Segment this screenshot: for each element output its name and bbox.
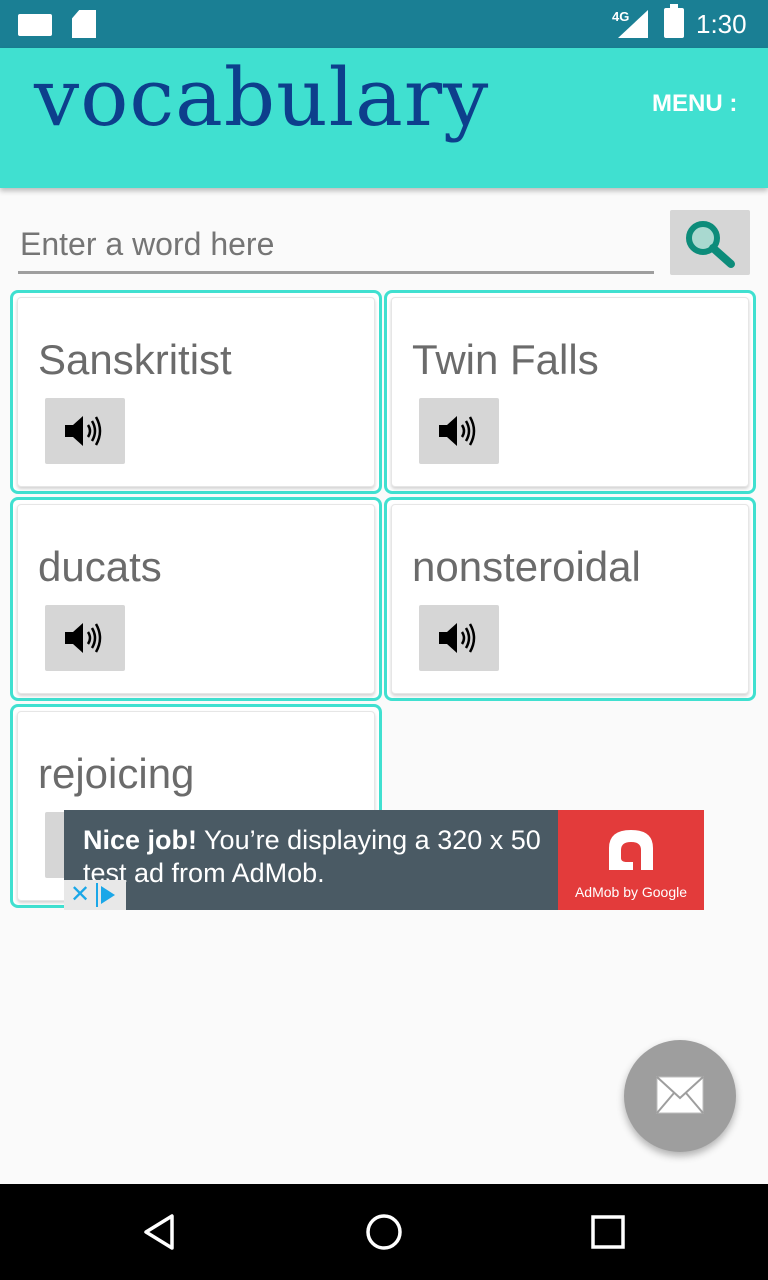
card-word: Sanskritist <box>38 336 232 383</box>
pronounce-button[interactable] <box>45 605 125 671</box>
admob-logo: AdMob by Google <box>558 810 704 910</box>
pronounce-button[interactable] <box>45 398 125 464</box>
word-card[interactable]: nonsteroidal <box>384 497 756 701</box>
app-bar: vocabulary MENU : <box>0 48 768 188</box>
adchoices-icon[interactable] <box>96 883 120 907</box>
sd-card-icon <box>72 10 96 38</box>
network-type-label: 4G <box>612 9 630 24</box>
admob-icon <box>609 830 653 870</box>
menu-button[interactable]: MENU : <box>652 90 737 118</box>
card-word: nonsteroidal <box>412 543 641 590</box>
card-surface: Twin Falls <box>391 297 749 487</box>
speaker-icon <box>65 623 102 653</box>
pronounce-button[interactable] <box>419 398 499 464</box>
card-word: rejoicing <box>38 750 195 797</box>
close-icon[interactable]: ✕ <box>70 880 90 910</box>
ad-choices[interactable]: ✕ <box>64 880 126 910</box>
speaker-icon <box>439 623 476 653</box>
word-card[interactable]: Twin Falls <box>384 290 756 494</box>
home-icon[interactable] <box>364 1212 404 1252</box>
card-word: ducats <box>38 543 162 590</box>
navigation-bar <box>0 1184 768 1280</box>
mail-icon <box>656 1076 704 1114</box>
battery-icon <box>664 4 684 38</box>
word-card[interactable]: Sanskritist <box>10 290 382 494</box>
status-bar: 4G 1:30 <box>0 0 768 48</box>
ad-banner[interactable]: Nice job! You’re displaying a 320 x 50 t… <box>64 810 704 910</box>
speaker-icon <box>439 416 476 446</box>
word-search-input[interactable] <box>18 218 654 274</box>
card-surface: nonsteroidal <box>391 504 749 694</box>
email-fab-button[interactable] <box>624 1040 736 1152</box>
card-word: Twin Falls <box>412 336 599 383</box>
magnifier-icon <box>686 221 735 268</box>
clock: 1:30 <box>696 9 747 39</box>
word-card[interactable]: ducats <box>10 497 382 701</box>
recents-icon[interactable] <box>590 1214 626 1250</box>
search-button[interactable] <box>670 210 750 275</box>
card-surface: ducats <box>17 504 375 694</box>
app-title: vocabulary <box>34 51 490 144</box>
back-icon[interactable] <box>140 1212 180 1252</box>
ad-headline: Nice job! <box>83 825 198 855</box>
notification-message-icon <box>18 14 52 36</box>
pronounce-button[interactable] <box>419 605 499 671</box>
ad-brand-label: AdMob by Google <box>574 884 688 900</box>
speaker-icon <box>65 416 102 446</box>
card-surface: Sanskritist <box>17 297 375 487</box>
ad-text: Nice job! You’re displaying a 320 x 50 t… <box>83 824 553 890</box>
